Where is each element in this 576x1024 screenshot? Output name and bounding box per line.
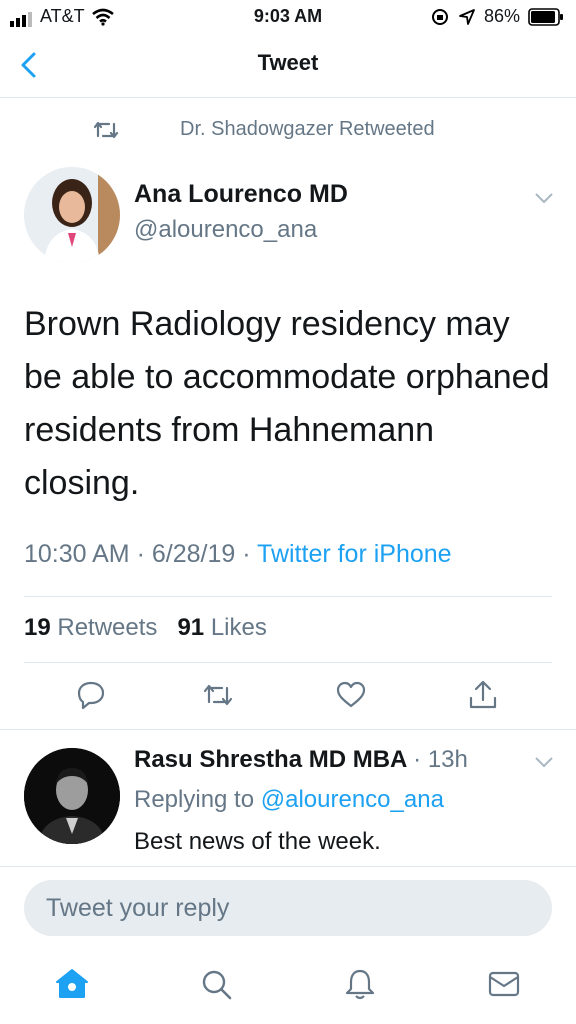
reply-compose-input[interactable]: Tweet your reply (24, 880, 552, 936)
nav-divider (0, 97, 576, 98)
status-bar: AT&T 9:03 AM 86% (0, 0, 576, 34)
messages-icon[interactable] (486, 966, 522, 1002)
orientation-lock-icon (431, 8, 448, 25)
retweet-icon (93, 121, 119, 139)
location-icon (459, 8, 475, 25)
likes-link[interactable]: 91 Likes (177, 614, 266, 641)
notifications-icon[interactable] (342, 966, 378, 1002)
tweet-source-link[interactable]: Twitter for iPhone (257, 540, 452, 568)
search-icon[interactable] (198, 966, 234, 1002)
author-avatar[interactable] (24, 167, 120, 263)
reply-author-line: Rasu Shrestha MD MBA · 13h (134, 746, 468, 774)
reply-chevron-down-icon[interactable] (533, 752, 555, 772)
reply-author-name[interactable]: Rasu Shrestha MD MBA (134, 746, 406, 773)
home-icon[interactable] (54, 966, 90, 1002)
counts-divider (24, 662, 552, 663)
retweets-link[interactable]: 19 Retweets (24, 614, 157, 641)
retweeted-by-label: Dr. Shadowgazer Retweeted (180, 118, 435, 140)
retweets-count: 19 (24, 614, 51, 641)
tweet-time: 10:30 AM (24, 540, 130, 568)
actions-divider (0, 729, 576, 730)
share-icon[interactable] (466, 678, 500, 712)
meta-divider (24, 596, 552, 597)
reply-icon[interactable] (74, 678, 108, 712)
reply-author-avatar[interactable] (24, 748, 120, 844)
reply-time: · 13h (413, 746, 468, 773)
author-portrait (24, 167, 120, 263)
reply-author-portrait (24, 748, 120, 844)
likes-count: 91 (177, 614, 205, 641)
retweet-action-icon[interactable] (201, 678, 235, 712)
reply-text: Best news of the week. (134, 828, 381, 855)
battery-icon (528, 7, 563, 26)
tweet-meta: 10:30 AM · 6/28/19 · Twitter for iPhone (24, 540, 452, 568)
page-title: Tweet (257, 50, 319, 75)
status-right: 86% (430, 6, 564, 27)
author-handle[interactable]: @alourenco_ana (134, 216, 317, 244)
tweet-text: Brown Radiology residency may be able to… (24, 305, 550, 502)
replying-to: Replying to @alourenco_ana (134, 786, 444, 813)
like-icon[interactable] (334, 678, 368, 712)
chevron-down-icon[interactable] (533, 188, 555, 208)
tweet-date: 6/28/19 (151, 540, 236, 568)
compose-placeholder: Tweet your reply (46, 894, 230, 922)
replying-to-handle[interactable]: @alourenco_ana (261, 786, 444, 813)
reply-divider (0, 866, 576, 867)
author-name[interactable]: Ana Lourenco MD (134, 180, 348, 209)
battery-percent: 86% (483, 6, 520, 26)
engagement-counts: 19 Retweets 91 Likes (24, 614, 267, 642)
